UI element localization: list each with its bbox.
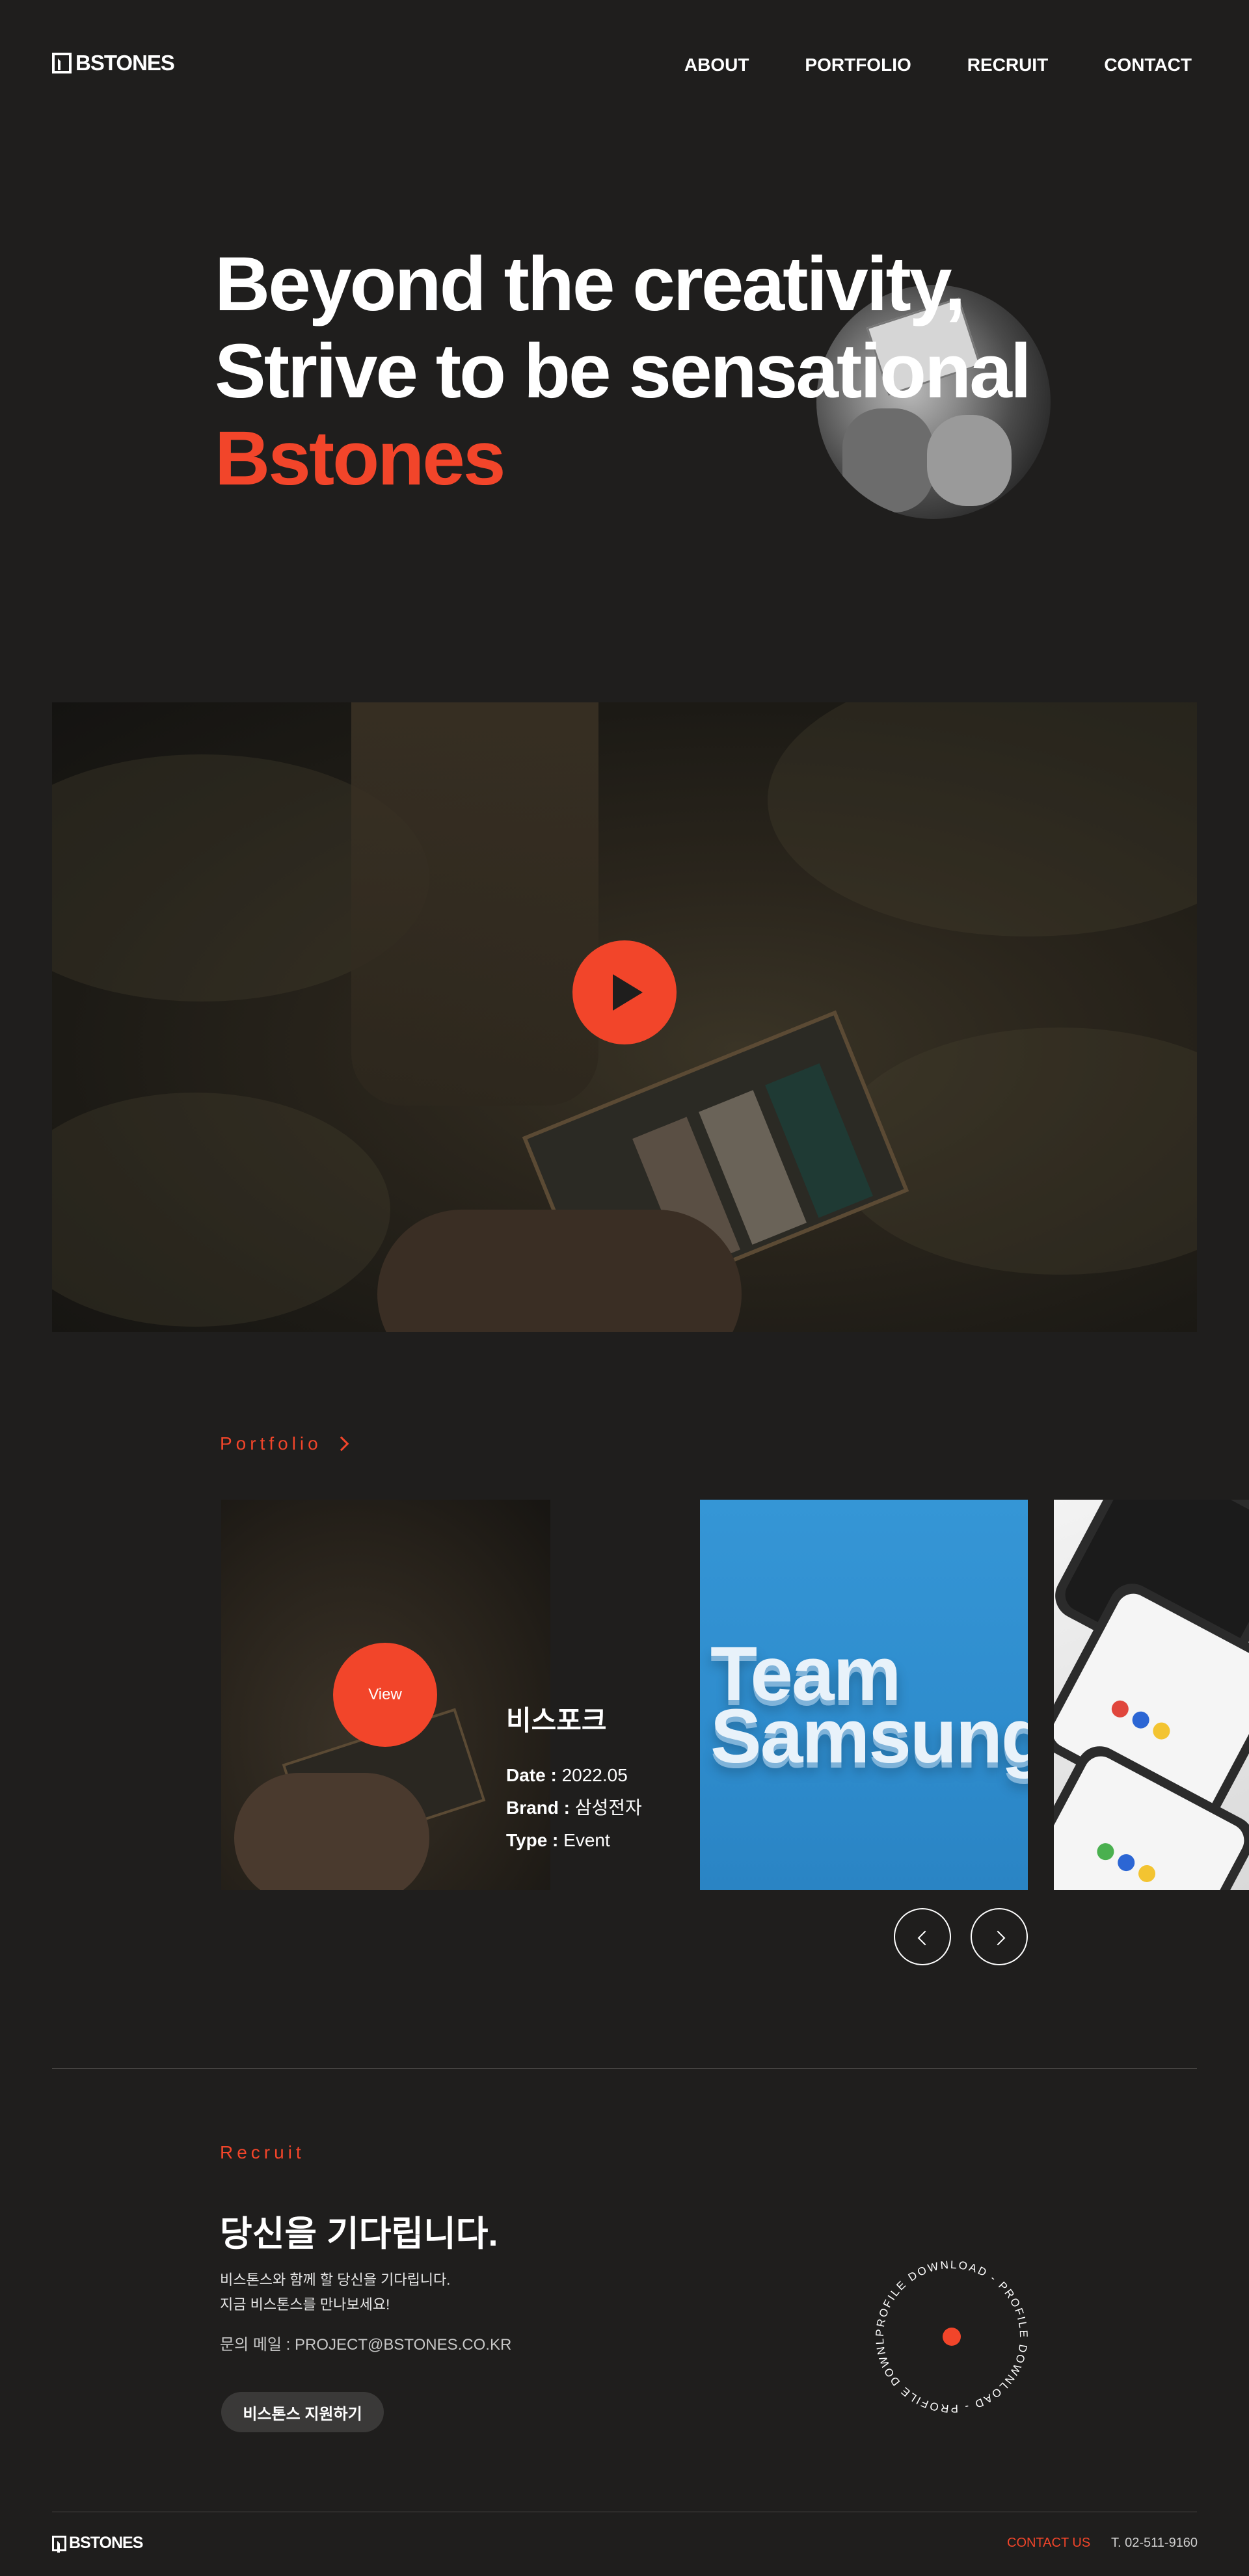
chevron-left-icon — [917, 1930, 933, 1946]
nav-portfolio[interactable]: PORTFOLIO — [805, 55, 911, 75]
profile-download-button[interactable]: PROFILE DOWNLOAD - PROFILE DOWNLOAD - PR… — [864, 2249, 1040, 2424]
site-header: BSTONES ABOUT PORTFOLIO RECRUIT CONTACT — [0, 0, 1249, 130]
slider-prev-button[interactable] — [894, 1908, 951, 1965]
hero-headline-line-2: Strive to be sensational — [215, 328, 1032, 414]
play-button[interactable] — [572, 940, 677, 1044]
apply-button[interactable]: 비스톤스 지원하기 — [221, 2392, 384, 2432]
portfolio-card-featured[interactable]: View — [221, 1500, 550, 1890]
portfolio-card-info: 비스포크 Date : 2022.05 Brand : 삼성전자 Type : … — [506, 1699, 642, 1857]
hero-brand-name: Bstones — [215, 416, 506, 501]
footer-logo-text: BSTONES — [69, 2534, 143, 2552]
footer-contact-link[interactable]: CONTACT US — [1007, 2536, 1090, 2551]
logo-text: BSTONES — [75, 51, 175, 75]
recruit-title: 당신을 기다립니다. — [220, 2214, 498, 2253]
portfolio-link[interactable]: Portfolio — [220, 1433, 349, 1454]
recruit-description: 비스톤스와 함께 할 당신을 기다립니다. 지금 비스톤스를 만나보세요! — [220, 2272, 451, 2313]
nav-contact[interactable]: CONTACT — [1104, 55, 1192, 75]
showreel-video[interactable] — [52, 702, 1197, 1332]
play-icon — [613, 974, 643, 1011]
project-date: Date : 2022.05 — [506, 1765, 628, 1785]
portfolio-card-mobile-app[interactable] — [1054, 1500, 1249, 1890]
recruit-email: 문의 메일 : PROJECT@BSTONES.CO.KR — [220, 2336, 512, 2354]
footer-phone: T. 02-511-9160 — [1111, 2536, 1198, 2550]
hero-headline-line-1: Beyond the creativity, — [215, 241, 966, 327]
brand-logo[interactable]: BSTONES — [52, 51, 175, 75]
footer-logo[interactable]: BSTONES — [52, 2534, 143, 2553]
nav-about[interactable]: ABOUT — [684, 55, 749, 75]
project-brand: Brand : 삼성전자 — [506, 1798, 642, 1818]
recruit-label: Recruit — [220, 2142, 305, 2162]
nav-recruit[interactable]: RECRUIT — [967, 55, 1048, 75]
email-link[interactable]: PROJECT@BSTONES.CO.KR — [295, 2336, 511, 2354]
main-nav: ABOUT PORTFOLIO RECRUIT CONTACT — [684, 55, 1192, 75]
portfolio-card-team-samsung[interactable]: Team Samsung — [700, 1500, 1028, 1890]
card-art-text-2: Samsung — [710, 1693, 1028, 1779]
hero-section: Beyond the creativity, Strive to be sens… — [215, 241, 1060, 519]
chevron-right-icon — [334, 1436, 349, 1452]
portfolio-heading-label: Portfolio — [220, 1433, 322, 1454]
view-button[interactable]: View — [333, 1643, 437, 1747]
logo-mark-icon — [52, 2535, 66, 2553]
logo-mark-icon — [52, 53, 72, 73]
slider-next-button[interactable] — [971, 1908, 1028, 1965]
download-dot-icon — [943, 2328, 961, 2346]
chevron-right-icon — [990, 1930, 1006, 1946]
project-title: 비스포크 — [506, 1705, 607, 1736]
section-divider — [52, 2068, 1197, 2069]
project-type: Type : Event — [506, 1830, 610, 1850]
